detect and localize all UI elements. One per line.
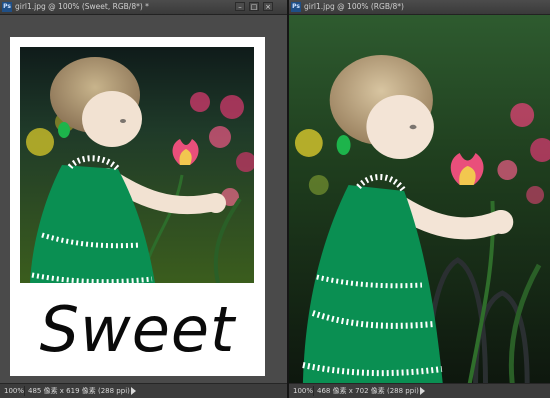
maximize-button[interactable]: □ [249, 2, 259, 11]
status-bar-right: 100% 468 像素 x 702 像素 (288 ppi) [289, 383, 550, 398]
sweet-overlay-text: Sweet [39, 293, 236, 366]
document-window-right[interactable]: Ps girl1.jpg @ 100% (RGB/8*) 100% 468 像素… [287, 0, 550, 398]
polaroid-frame: Sweet [10, 37, 265, 376]
document-info-right: 468 像素 x 702 像素 (288 ppi) [317, 387, 419, 395]
document-title-left: girl1.jpg @ 100% (Sweet, RGB/8*) * [15, 2, 149, 11]
status-separator-left [24, 386, 25, 396]
arrow-right-icon[interactable] [420, 387, 425, 395]
girl-photo-image [20, 47, 254, 283]
minimize-button[interactable]: – [235, 2, 245, 11]
document-window-left[interactable]: Ps girl1.jpg @ 100% (Sweet, RGB/8*) * – … [0, 0, 287, 398]
title-bar-right[interactable]: Ps girl1.jpg @ 100% (RGB/8*) [289, 0, 550, 15]
girl-photo-image-right [289, 15, 550, 384]
photo-left [20, 47, 254, 283]
photoshop-icon: Ps [2, 2, 12, 12]
document-canvas-right[interactable] [289, 15, 550, 384]
document-canvas-left[interactable]: Sweet [0, 15, 287, 384]
close-button[interactable]: × [263, 2, 273, 11]
status-separator-right [313, 386, 314, 396]
zoom-level-right[interactable]: 100% [293, 385, 313, 397]
title-bar-left[interactable]: Ps girl1.jpg @ 100% (Sweet, RGB/8*) * – … [0, 0, 287, 15]
arrow-right-icon[interactable] [131, 387, 136, 395]
status-bar-left: 100% 485 像素 x 619 像素 (288 ppi) [0, 383, 287, 398]
document-info-left: 485 像素 x 619 像素 (288 ppi) [28, 387, 130, 395]
photoshop-icon: Ps [291, 2, 301, 12]
zoom-level-left[interactable]: 100% [4, 385, 24, 397]
document-title-right: girl1.jpg @ 100% (RGB/8*) [304, 2, 404, 11]
